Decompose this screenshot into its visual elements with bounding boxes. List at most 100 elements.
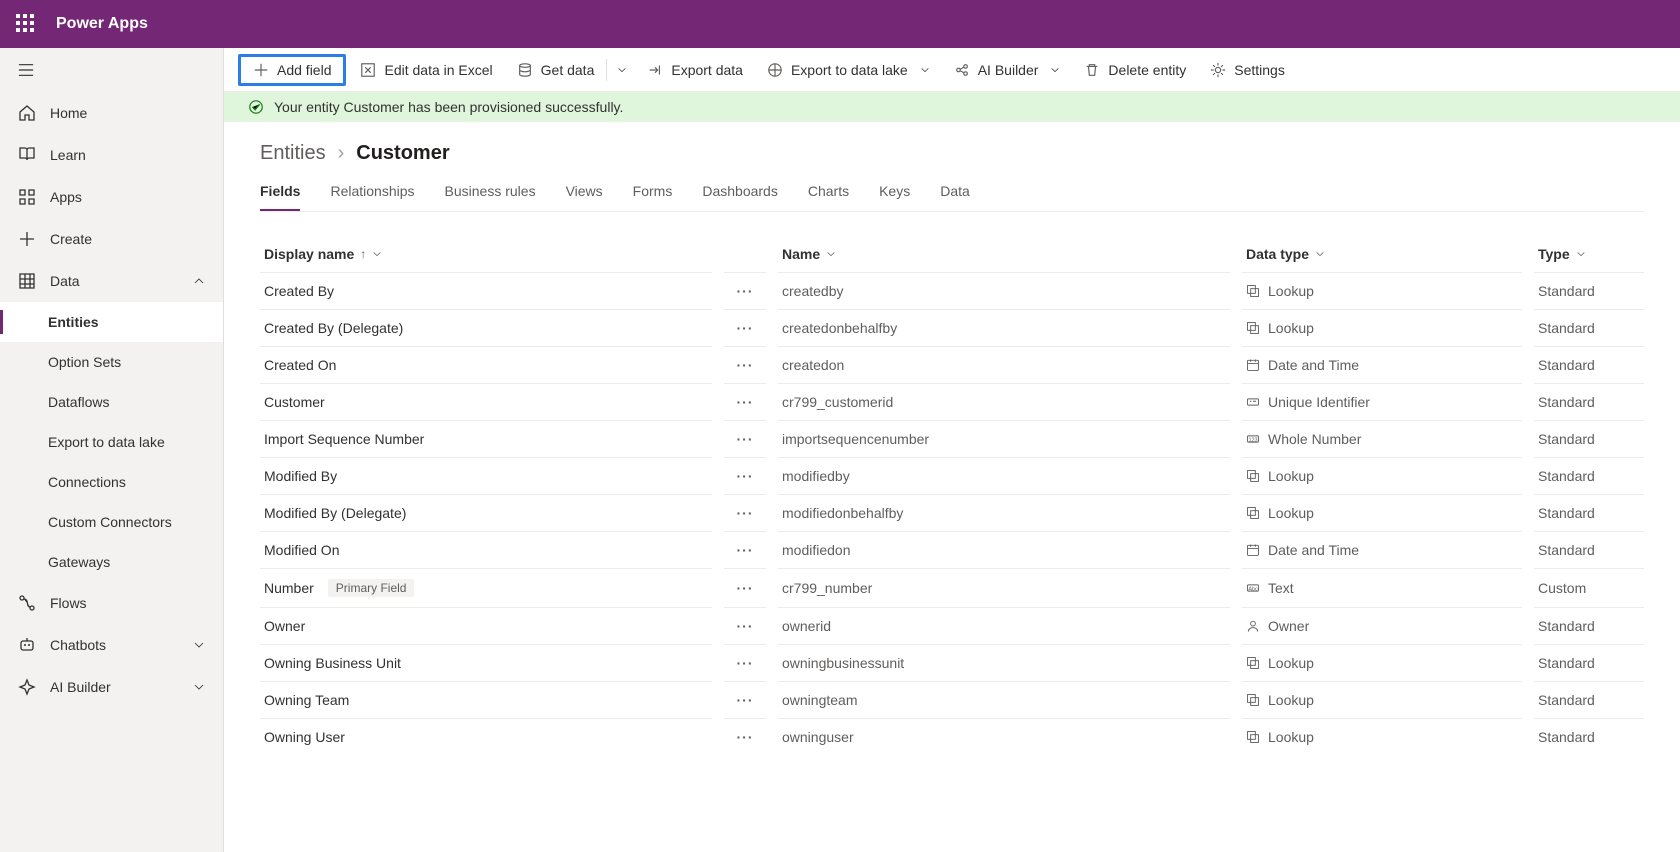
row-more-actions[interactable]: ···: [724, 494, 766, 531]
field-display-name: Created By (Delegate): [264, 320, 403, 336]
chevron-down-icon: [193, 681, 205, 693]
row-more-actions[interactable]: ···: [724, 383, 766, 420]
field-display-name: Owner: [264, 618, 305, 634]
field-type: Standard: [1534, 346, 1644, 383]
row-more-actions[interactable]: ···: [724, 272, 766, 309]
sidebar-item-data[interactable]: Data: [0, 260, 223, 302]
column-data-type[interactable]: Data type: [1242, 238, 1522, 272]
plus-icon: [253, 62, 269, 78]
datetime-icon: [1246, 358, 1260, 372]
sidebar-item-label: Learn: [50, 147, 205, 163]
datetime-icon: [1246, 543, 1260, 557]
hamburger-button[interactable]: [0, 48, 223, 92]
tab-charts[interactable]: Charts: [808, 183, 849, 211]
uid-icon: [1246, 395, 1260, 409]
get-data-dropdown[interactable]: [606, 59, 633, 81]
sidebar: Home Learn Apps Create Data Entities Opt…: [0, 48, 224, 852]
excel-icon: [360, 62, 376, 78]
settings-button[interactable]: Settings: [1200, 56, 1295, 84]
sidebar-item-ai-builder[interactable]: AI Builder: [0, 666, 223, 708]
sidebar-item-label: Dataflows: [48, 394, 205, 410]
edit-excel-button[interactable]: Edit data in Excel: [350, 56, 502, 84]
row-more-actions[interactable]: ···: [724, 457, 766, 494]
brand-bar: Power Apps: [0, 0, 1680, 48]
sidebar-item-label: Gateways: [48, 554, 205, 570]
field-data-type: Lookup: [1242, 309, 1522, 346]
tab-business-rules[interactable]: Business rules: [445, 183, 536, 211]
sidebar-item-entities[interactable]: Entities: [0, 302, 223, 342]
database-icon: [517, 62, 533, 78]
export-data-button[interactable]: Export data: [637, 56, 753, 84]
ai-builder-icon: [954, 62, 970, 78]
add-field-button[interactable]: Add field: [238, 54, 346, 86]
cmd-label: Get data: [541, 62, 595, 78]
field-type: Standard: [1534, 457, 1644, 494]
export-lake-button[interactable]: Export to data lake: [757, 56, 940, 84]
sidebar-item-label: Export to data lake: [48, 434, 205, 450]
row-more-actions[interactable]: ···: [724, 346, 766, 383]
breadcrumb-parent[interactable]: Entities: [260, 142, 326, 165]
tab-keys[interactable]: Keys: [879, 183, 910, 211]
cmd-label: Delete entity: [1108, 62, 1186, 78]
get-data-button[interactable]: Get data: [507, 56, 605, 84]
tab-relationships[interactable]: Relationships: [330, 183, 414, 211]
field-type: Standard: [1534, 420, 1644, 457]
sidebar-item-flows[interactable]: Flows: [0, 582, 223, 624]
chevron-down-icon: [372, 249, 382, 259]
primary-field-badge: Primary Field: [328, 579, 415, 597]
sidebar-item-option-sets[interactable]: Option Sets: [0, 342, 223, 382]
sidebar-item-learn[interactable]: Learn: [0, 134, 223, 176]
sidebar-item-create[interactable]: Create: [0, 218, 223, 260]
row-more-actions[interactable]: ···: [724, 607, 766, 644]
sidebar-item-export-lake[interactable]: Export to data lake: [0, 422, 223, 462]
field-data-type: Lookup: [1242, 681, 1522, 718]
field-display-name: Created By: [264, 283, 334, 299]
tab-fields[interactable]: Fields: [260, 183, 300, 211]
field-display-name: Modified By (Delegate): [264, 505, 406, 521]
sidebar-item-connections[interactable]: Connections: [0, 462, 223, 502]
sidebar-item-label: Create: [50, 231, 205, 247]
row-more-actions[interactable]: ···: [724, 681, 766, 718]
field-name: owninguser: [778, 718, 1230, 755]
chevron-up-icon: [193, 275, 205, 287]
fields-grid: Display name ↑ Name Data type Type: [260, 238, 1644, 755]
sidebar-item-chatbots[interactable]: Chatbots: [0, 624, 223, 666]
field-display-name: Modified By: [264, 468, 337, 484]
ai-builder-button[interactable]: AI Builder: [944, 56, 1071, 84]
field-name: ownerid: [778, 607, 1230, 644]
field-name: owningteam: [778, 681, 1230, 718]
field-data-type: Text: [1242, 568, 1522, 607]
cmd-label: AI Builder: [978, 62, 1039, 78]
sidebar-item-home[interactable]: Home: [0, 92, 223, 134]
field-name: modifiedby: [778, 457, 1230, 494]
column-display-name[interactable]: Display name ↑: [260, 238, 712, 272]
cmd-label: Add field: [277, 62, 331, 78]
row-more-actions[interactable]: ···: [724, 420, 766, 457]
column-type[interactable]: Type: [1534, 238, 1644, 272]
field-display-name: Created On: [264, 357, 336, 373]
app-launcher-icon[interactable]: [16, 14, 36, 34]
lake-icon: [767, 62, 783, 78]
sidebar-item-dataflows[interactable]: Dataflows: [0, 382, 223, 422]
field-type: Standard: [1534, 607, 1644, 644]
sidebar-item-custom-connectors[interactable]: Custom Connectors: [0, 502, 223, 542]
field-type: Standard: [1534, 494, 1644, 531]
book-icon: [18, 146, 36, 164]
row-more-actions[interactable]: ···: [724, 309, 766, 346]
row-more-actions[interactable]: ···: [724, 718, 766, 755]
field-type: Standard: [1534, 531, 1644, 568]
tab-forms[interactable]: Forms: [633, 183, 673, 211]
tab-views[interactable]: Views: [566, 183, 603, 211]
sidebar-item-label: Data: [50, 273, 193, 289]
tab-dashboards[interactable]: Dashboards: [702, 183, 778, 211]
sidebar-item-label: Chatbots: [50, 637, 193, 653]
delete-entity-button[interactable]: Delete entity: [1074, 56, 1196, 84]
row-more-actions[interactable]: ···: [724, 568, 766, 607]
tab-data[interactable]: Data: [940, 183, 970, 211]
sidebar-item-label: Entities: [48, 314, 205, 330]
row-more-actions[interactable]: ···: [724, 644, 766, 681]
column-name[interactable]: Name: [778, 238, 1230, 272]
sidebar-item-apps[interactable]: Apps: [0, 176, 223, 218]
row-more-actions[interactable]: ···: [724, 531, 766, 568]
sidebar-item-gateways[interactable]: Gateways: [0, 542, 223, 582]
